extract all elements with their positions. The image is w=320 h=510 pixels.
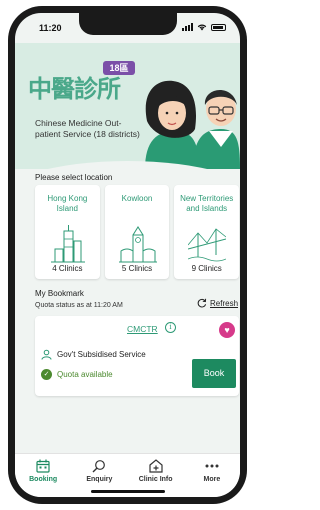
tab-booking[interactable]: Booking xyxy=(15,454,71,497)
hong-kong-island-buildings-icon xyxy=(51,225,85,263)
kowloon-clocktower-icon xyxy=(118,226,157,263)
service-title: Chinese Medicine Out-patient Service (18… xyxy=(35,118,140,139)
app-screen: 11:20 中醫診所 18區 Chinese Medicine Out-pati… xyxy=(15,13,240,497)
info-icon[interactable]: i xyxy=(165,322,176,333)
battery-icon xyxy=(211,23,226,31)
refresh-label: Refresh xyxy=(210,298,239,308)
region-clinic-count: 5 Clinics xyxy=(121,264,153,273)
district-badge: 18區 xyxy=(103,61,135,75)
region-name: Hong Kong Island xyxy=(47,194,88,213)
region-card-new-territories[interactable]: New Territories and Islands 9 Clinics xyxy=(174,185,240,279)
status-icons xyxy=(182,23,226,31)
search-icon xyxy=(92,460,106,473)
check-icon: ✓ xyxy=(41,369,52,380)
region-clinic-count: 9 Clinics xyxy=(191,264,222,273)
bookmark-card: CMCTR i ♥ Gov't Subsidised Service ✓ Quo… xyxy=(35,316,239,396)
quota-available: Quota available xyxy=(57,370,113,379)
notch xyxy=(79,13,177,35)
tab-more[interactable]: More xyxy=(184,454,240,497)
new-territories-bridge-icon xyxy=(188,228,227,262)
region-name: Kowloon xyxy=(121,194,153,203)
bookmark-clinic-link[interactable]: CMCTR xyxy=(127,324,158,334)
bookmark-title: My Bookmark xyxy=(35,289,84,298)
quota-row: ✓ Quota available xyxy=(41,369,113,380)
tab-label: Booking xyxy=(29,476,58,483)
wifi-icon xyxy=(197,24,207,31)
refresh-icon xyxy=(197,298,207,308)
region-clinic-count: 4 Clinics xyxy=(52,264,83,273)
quota-status: Quota status as at 11:20 AM xyxy=(35,302,123,309)
service-row: Gov't Subsidised Service xyxy=(41,349,146,360)
status-bar: 11:20 xyxy=(15,13,240,43)
region-card-kowloon[interactable]: Kowloon 5 Clinics xyxy=(104,185,170,279)
calendar-icon xyxy=(36,459,50,473)
tab-label: Clinic Info xyxy=(138,476,173,483)
clinic-icon xyxy=(149,459,163,473)
tab-label: More xyxy=(203,476,221,483)
status-time: 11:20 xyxy=(39,23,62,33)
app-header: 中醫診所 18區 Chinese Medicine Out-patient Se… xyxy=(15,43,240,201)
more-icon xyxy=(205,464,219,468)
person-icon xyxy=(41,349,52,360)
tab-label: Enquiry xyxy=(86,476,113,483)
refresh-button[interactable]: Refresh xyxy=(197,298,238,308)
favorite-heart-icon[interactable]: ♥ xyxy=(219,322,235,338)
region-list: Hong Kong Island 4 Clinics Kowloon 5 Cli… xyxy=(35,185,240,279)
book-button[interactable]: Book xyxy=(192,359,236,388)
region-card-hong-kong-island[interactable]: Hong Kong Island 4 Clinics xyxy=(35,185,100,279)
location-prompt: Please select location xyxy=(35,173,113,182)
doctors-illustration xyxy=(145,80,240,169)
service-type: Gov't Subsidised Service xyxy=(57,350,146,359)
region-name: New Territories and Islands xyxy=(180,194,234,213)
signal-icon xyxy=(182,23,193,31)
home-indicator xyxy=(91,490,165,493)
